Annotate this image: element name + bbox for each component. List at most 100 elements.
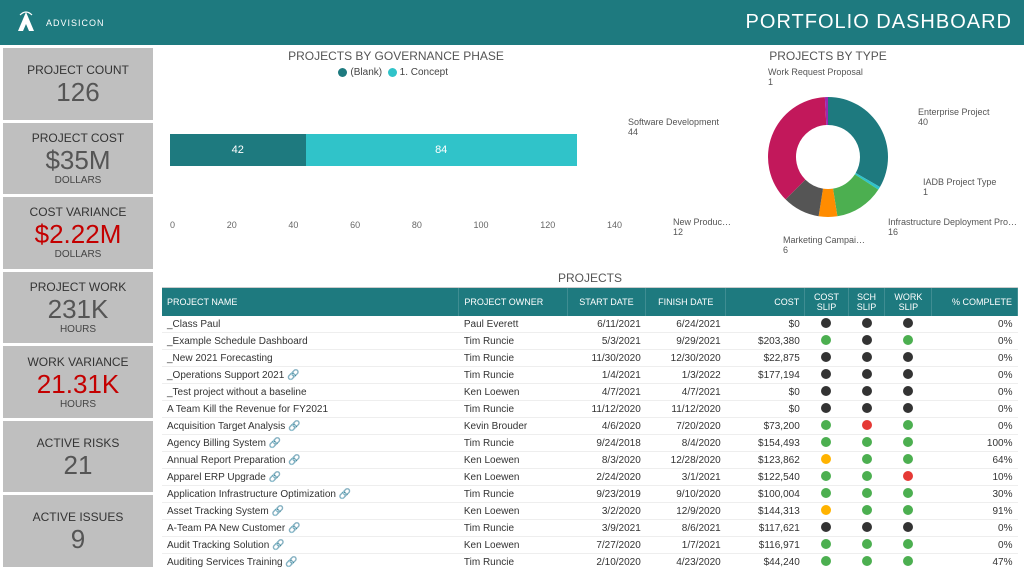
cell-finish: 9/10/2020: [646, 486, 726, 503]
app-header: ADVISICON PORTFOLIO DASHBOARD: [0, 0, 1024, 45]
cell-cost: $116,971: [726, 537, 805, 554]
cell-work-slip: [885, 333, 932, 350]
kpi-card[interactable]: ACTIVE RISKS 21: [3, 421, 153, 493]
cell-cost-slip: [805, 418, 848, 435]
cell-name: _Operations Support 2021 🔗: [162, 367, 459, 384]
link-icon[interactable]: 🔗: [288, 523, 300, 534]
link-icon[interactable]: 🔗: [285, 557, 297, 568]
pie-label: Infrastructure Deployment Pro…16: [888, 217, 1017, 237]
projects-by-type-chart[interactable]: PROJECTS BY TYPE Work Request Proposal1E…: [638, 49, 1018, 269]
kpi-label: WORK VARIANCE: [7, 355, 149, 369]
kpi-card[interactable]: COST VARIANCE $2.22M DOLLARS: [3, 197, 153, 269]
cell-owner: Tim Runcie: [459, 520, 567, 537]
pie-slice[interactable]: [768, 97, 826, 199]
main-area: PROJECT COUNT 126 PROJECT COST $35M DOLL…: [0, 45, 1024, 570]
column-header[interactable]: COSTSLIP: [805, 288, 848, 316]
cell-cost-slip: [805, 554, 848, 570]
cell-owner: Ken Loewen: [459, 452, 567, 469]
cell-cost-slip: [805, 367, 848, 384]
table-row[interactable]: _Operations Support 2021 🔗 Tim Runcie 1/…: [162, 367, 1018, 384]
kpi-card[interactable]: PROJECT COUNT 126: [3, 48, 153, 120]
cell-finish: 6/24/2021: [646, 316, 726, 333]
table-row[interactable]: Apparel ERP Upgrade 🔗 Ken Loewen 2/24/20…: [162, 469, 1018, 486]
cell-owner: Ken Loewen: [459, 469, 567, 486]
link-icon[interactable]: 🔗: [271, 506, 283, 517]
table-row[interactable]: _Example Schedule Dashboard Tim Runcie 5…: [162, 333, 1018, 350]
column-header[interactable]: START DATE: [567, 288, 646, 316]
table-row[interactable]: Acquisition Target Analysis 🔗 Kevin Brou…: [162, 418, 1018, 435]
legend-label: (Blank): [350, 67, 382, 78]
cell-work-slip: [885, 435, 932, 452]
table-row[interactable]: Annual Report Preparation 🔗 Ken Loewen 8…: [162, 452, 1018, 469]
status-dot-icon: [821, 386, 831, 396]
status-dot-icon: [862, 386, 872, 396]
link-icon[interactable]: 🔗: [288, 455, 300, 466]
status-dot-icon: [862, 556, 872, 566]
kpi-card[interactable]: PROJECT WORK 231K HOURS: [3, 272, 153, 344]
legend-dot-icon: [338, 68, 347, 77]
cell-cost-slip: [805, 486, 848, 503]
axis-tick: 40: [288, 220, 298, 230]
column-header[interactable]: % COMPLETE: [932, 288, 1018, 316]
kpi-card[interactable]: PROJECT COST $35M DOLLARS: [3, 123, 153, 195]
projects-table-wrap[interactable]: PROJECT NAMEPROJECT OWNERSTART DATEFINIS…: [162, 287, 1018, 570]
kpi-unit: HOURS: [7, 324, 149, 335]
cell-sch-slip: [848, 316, 885, 333]
axis-tick: 60: [350, 220, 360, 230]
kpi-label: PROJECT COST: [7, 131, 149, 145]
status-dot-icon: [821, 488, 831, 498]
kpi-card[interactable]: WORK VARIANCE 21.31K HOURS: [3, 346, 153, 418]
cell-sch-slip: [848, 452, 885, 469]
kpi-unit: DOLLARS: [7, 249, 149, 260]
cell-pct: 0%: [932, 350, 1018, 367]
cell-owner: Ken Loewen: [459, 503, 567, 520]
table-row[interactable]: A Team Kill the Revenue for FY2021 Tim R…: [162, 401, 1018, 418]
status-dot-icon: [862, 403, 872, 413]
table-row[interactable]: A-Team PA New Customer 🔗 Tim Runcie 3/9/…: [162, 520, 1018, 537]
bar-segment[interactable]: 84: [306, 134, 577, 166]
link-icon[interactable]: 🔗: [288, 421, 300, 432]
cell-cost: $177,194: [726, 367, 805, 384]
table-row[interactable]: Asset Tracking System 🔗 Ken Loewen 3/2/2…: [162, 503, 1018, 520]
column-header[interactable]: PROJECT OWNER: [459, 288, 567, 316]
axis-tick: 20: [227, 220, 237, 230]
axis-tick: 120: [540, 220, 555, 230]
bar-axis-ticks: 020406080100120140: [170, 220, 622, 230]
status-dot-icon: [862, 488, 872, 498]
table-row[interactable]: _Class Paul Paul Everett 6/11/2021 6/24/…: [162, 316, 1018, 333]
link-icon[interactable]: 🔗: [339, 489, 351, 500]
table-row[interactable]: Agency Billing System 🔗 Tim Runcie 9/24/…: [162, 435, 1018, 452]
cell-finish: 12/28/2020: [646, 452, 726, 469]
link-icon[interactable]: 🔗: [269, 472, 281, 483]
cell-sch-slip: [848, 486, 885, 503]
column-header[interactable]: PROJECT NAME: [162, 288, 459, 316]
status-dot-icon: [903, 454, 913, 464]
pie-label: Work Request Proposal1: [768, 67, 863, 87]
column-header[interactable]: WORKSLIP: [885, 288, 932, 316]
column-header[interactable]: SCHSLIP: [848, 288, 885, 316]
kpi-card[interactable]: ACTIVE ISSUES 9: [3, 495, 153, 567]
table-row[interactable]: Auditing Services Training 🔗 Tim Runcie …: [162, 554, 1018, 570]
cell-sch-slip: [848, 469, 885, 486]
column-header[interactable]: COST: [726, 288, 805, 316]
kpi-value: $2.22M: [7, 221, 149, 247]
table-row[interactable]: _Test project without a baseline Ken Loe…: [162, 384, 1018, 401]
pie-slice[interactable]: [828, 97, 888, 187]
status-dot-icon: [821, 335, 831, 345]
link-icon[interactable]: 🔗: [272, 540, 284, 551]
kpi-label: ACTIVE ISSUES: [7, 510, 149, 524]
table-row[interactable]: _New 2021 Forecasting Tim Runcie 11/30/2…: [162, 350, 1018, 367]
table-row[interactable]: Audit Tracking Solution 🔗 Ken Loewen 7/2…: [162, 537, 1018, 554]
cell-work-slip: [885, 486, 932, 503]
link-icon[interactable]: 🔗: [287, 370, 299, 381]
column-header[interactable]: FINISH DATE: [646, 288, 726, 316]
cell-pct: 0%: [932, 316, 1018, 333]
governance-phase-chart[interactable]: PROJECTS BY GOVERNANCE PHASE (Blank) 1. …: [162, 49, 630, 269]
cell-work-slip: [885, 401, 932, 418]
bar-segment[interactable]: 42: [170, 134, 306, 166]
cell-pct: 0%: [932, 401, 1018, 418]
table-row[interactable]: Application Infrastructure Optimization …: [162, 486, 1018, 503]
pie-label: New Produc…12: [673, 217, 731, 237]
kpi-value: 21: [7, 452, 149, 478]
link-icon[interactable]: 🔗: [269, 438, 281, 449]
